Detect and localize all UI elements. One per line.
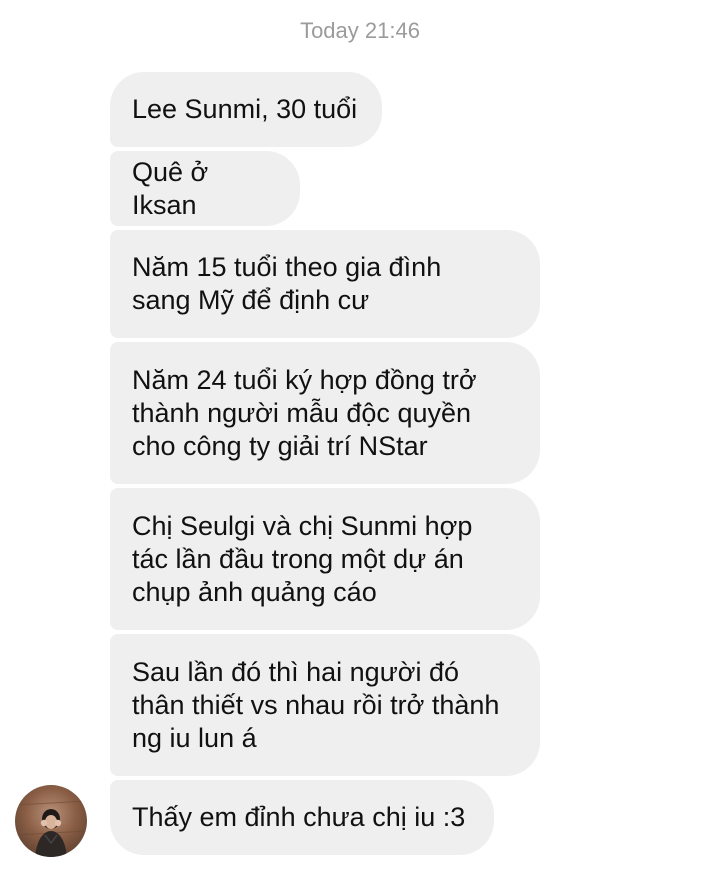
timestamp: Today 21:46 [300,18,420,43]
message-thread: Today 21:46 Lee Sunmi, 30 tuổi Quê ở Iks… [0,0,720,875]
message-text: Thấy em đỉnh chưa chị iu :3 [132,802,466,832]
message-bubble[interactable]: Năm 15 tuổi theo gia đình sang Mỹ để địn… [110,230,540,338]
message-text: Quê ở Iksan [132,156,209,220]
message-bubble[interactable]: Chị Seulgi và chị Sunmi hợp tác lần đầu … [110,488,540,630]
message-bubble[interactable]: Quê ở Iksan [110,151,300,226]
message-bubble[interactable]: Sau lần đó thì hai người đó thân thiết v… [110,634,540,776]
message-text: Năm 24 tuổi ký hợp đồng trở thành người … [132,364,477,461]
message-text: Lee Sunmi, 30 tuổi [132,94,358,124]
message-text: Chị Seulgi và chị Sunmi hợp tác lần đầu … [132,510,473,607]
avatar[interactable] [15,785,87,857]
message-bubble[interactable]: Năm 24 tuổi ký hợp đồng trở thành người … [110,342,540,484]
message-text: Sau lần đó thì hai người đó thân thiết v… [132,656,500,753]
message-text: Năm 15 tuổi theo gia đình sang Mỹ để địn… [132,252,442,315]
message-bubble[interactable]: Thấy em đỉnh chưa chị iu :3 [110,780,494,855]
profile-photo-avatar-icon [15,800,87,857]
message-bubble[interactable]: Lee Sunmi, 30 tuổi [110,72,382,147]
